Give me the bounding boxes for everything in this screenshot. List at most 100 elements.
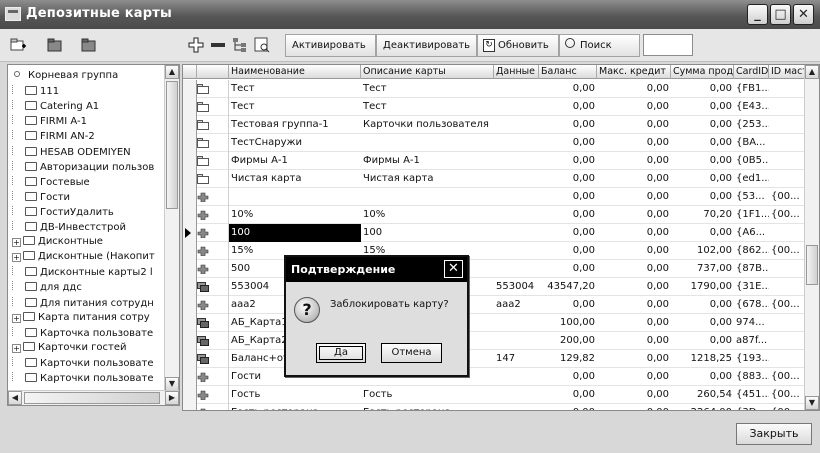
- table-row[interactable]: 553004 553004 43547,20 0,00 1790,00 {31E...: [183, 278, 807, 296]
- table-cell-master[interactable]: {00...: [769, 386, 807, 404]
- cancel-button[interactable]: Отмена: [381, 343, 442, 363]
- table-cell-data[interactable]: [494, 260, 539, 278]
- table-vertical-scrollbar[interactable]: ▲ ▼: [804, 65, 819, 410]
- scroll-right-icon[interactable]: ▶: [165, 391, 179, 405]
- table-cell-cardid[interactable]: {451...: [734, 386, 769, 404]
- table-cell-balance[interactable]: 43547,20: [539, 278, 597, 296]
- table-cell-credit[interactable]: 0,00: [597, 296, 671, 314]
- table-cell-data[interactable]: [494, 242, 539, 260]
- table-cell-balance[interactable]: 0,00: [539, 116, 597, 134]
- table-row[interactable]: Чистая карта Чистая карта 0,00 0,00 0,00 {ed1…: [183, 170, 807, 188]
- tree-horizontal-scrollbar[interactable]: ◀ ▶: [8, 390, 179, 405]
- minimize-button[interactable]: _: [747, 4, 768, 25]
- close-button[interactable]: Закрыть: [736, 423, 812, 445]
- table-cell-name[interactable]: Тест: [229, 98, 361, 116]
- tree-item[interactable]: Авторизации пользов: [12, 160, 154, 173]
- table-cell-data[interactable]: [494, 368, 539, 386]
- tree-item[interactable]: Карточки пользовате: [12, 356, 154, 369]
- row-indicator[interactable]: [183, 152, 197, 170]
- table-row[interactable]: Тест Тест 0,00 0,00 0,00 {FB1...: [183, 80, 807, 98]
- table-cell-credit[interactable]: 0,00: [597, 368, 671, 386]
- table-cell-master[interactable]: [769, 98, 807, 116]
- row-indicator[interactable]: [183, 350, 197, 368]
- table-cell-master[interactable]: {00...: [769, 242, 807, 260]
- table-cell-balance[interactable]: 0,00: [539, 98, 597, 116]
- table-cell-balance[interactable]: 0,00: [539, 224, 597, 242]
- table-cell-name[interactable]: Тест: [229, 80, 361, 98]
- tree-item[interactable]: + Карточки гостей: [12, 341, 127, 354]
- table-cell-credit[interactable]: 0,00: [597, 116, 671, 134]
- table-cell-balance[interactable]: 100,00: [539, 314, 597, 332]
- table-cell-desc[interactable]: Тест: [361, 80, 494, 98]
- table-cell-desc[interactable]: 10%: [361, 206, 494, 224]
- tree-item[interactable]: ГостиУдалить: [12, 205, 114, 218]
- table-cell-master[interactable]: [769, 278, 807, 296]
- table-cell-credit[interactable]: 0,00: [597, 170, 671, 188]
- tree-item[interactable]: FIRMI A-1: [12, 115, 87, 127]
- table-cell-credit[interactable]: 0,00: [597, 188, 671, 206]
- table-cell-cardid[interactable]: a87f...: [734, 332, 769, 350]
- tree-item[interactable]: Корневая группа: [12, 70, 119, 82]
- table-cell-master[interactable]: [769, 134, 807, 152]
- table-cell-cardid[interactable]: {862...: [734, 242, 769, 260]
- table-cell-credit[interactable]: 0,00: [597, 80, 671, 98]
- table-cell-desc[interactable]: [361, 134, 494, 152]
- column-header[interactable]: Баланс: [539, 65, 597, 79]
- table-cell-sum[interactable]: 0,00: [671, 188, 734, 206]
- table-cell-master[interactable]: [769, 260, 807, 278]
- table-cell-data[interactable]: [494, 116, 539, 134]
- table-cell-balance[interactable]: 0,00: [539, 368, 597, 386]
- row-indicator[interactable]: [183, 170, 197, 188]
- dialog-close-icon[interactable]: ✕: [444, 260, 463, 278]
- table-cell-master[interactable]: {00...: [769, 206, 807, 224]
- tree-hscroll-thumb[interactable]: [24, 392, 160, 404]
- table-cell-data[interactable]: [494, 404, 539, 410]
- row-indicator[interactable]: [183, 134, 197, 152]
- close-window-button[interactable]: ✕: [793, 4, 814, 25]
- table-cell-balance[interactable]: 0,00: [539, 242, 597, 260]
- table-row[interactable]: 100 100 0,00 0,00 0,00 {A6...: [183, 224, 807, 242]
- table-cell-balance[interactable]: 0,00: [539, 170, 597, 188]
- tree-vertical-scrollbar[interactable]: ▲ ▼: [164, 65, 179, 391]
- table-cell-credit[interactable]: 0,00: [597, 314, 671, 332]
- table-cell-master[interactable]: [769, 224, 807, 242]
- table-cell-sum[interactable]: 0,00: [671, 332, 734, 350]
- maximize-button[interactable]: □: [770, 4, 791, 25]
- table-row[interactable]: Тестовая группа-1 Карточки пользователя 0,…: [183, 116, 807, 134]
- table-cell-sum[interactable]: 0,00: [671, 224, 734, 242]
- row-indicator[interactable]: [183, 188, 197, 206]
- table-cell-name[interactable]: Фирмы А-1: [229, 152, 361, 170]
- tree-structure-icon[interactable]: [232, 37, 248, 53]
- table-cell-sum[interactable]: 1218,25: [671, 350, 734, 368]
- table-cell-master[interactable]: [769, 350, 807, 368]
- table-cell-sum[interactable]: 0,00: [671, 98, 734, 116]
- table-cell-balance[interactable]: 0,00: [539, 206, 597, 224]
- table-row[interactable]: Баланс+от 147 129,82 0,00 1218,25 {193...: [183, 350, 807, 368]
- row-indicator[interactable]: [183, 242, 197, 260]
- table-cell-data[interactable]: 147: [494, 350, 539, 368]
- tree-scroll-thumb[interactable]: [166, 81, 178, 209]
- table-cell-credit[interactable]: 0,00: [597, 98, 671, 116]
- table-cell-data[interactable]: [494, 224, 539, 242]
- table-cell-cardid[interactable]: {53...: [734, 188, 769, 206]
- scroll-up-icon[interactable]: ▲: [165, 65, 179, 79]
- table-row[interactable]: АБ_Карта1 100,00 0,00 0,00 974...: [183, 314, 807, 332]
- table-cell-desc[interactable]: Гость: [361, 386, 494, 404]
- table-cell-sum[interactable]: 260,54: [671, 386, 734, 404]
- table-cell-desc[interactable]: [361, 188, 494, 206]
- column-header[interactable]: ID маст: [769, 65, 807, 79]
- row-indicator[interactable]: [183, 224, 197, 242]
- table-cell-master[interactable]: [769, 152, 807, 170]
- activate-button[interactable]: Активировать: [285, 34, 376, 57]
- table-cell-sum[interactable]: 0,00: [671, 116, 734, 134]
- table-cell-master[interactable]: [769, 314, 807, 332]
- table-cell-cardid[interactable]: {678...: [734, 296, 769, 314]
- table-cell-name[interactable]: ТестСнаружи: [229, 134, 361, 152]
- table-cell-sum[interactable]: 1790,00: [671, 278, 734, 296]
- table-row[interactable]: 500 0,00 0,00 737,00 {87B...: [183, 260, 807, 278]
- table-scroll-thumb[interactable]: [806, 245, 818, 285]
- properties-icon[interactable]: [254, 37, 270, 53]
- table-cell-cardid[interactable]: {87B...: [734, 260, 769, 278]
- table-cell-name[interactable]: 10%: [229, 206, 361, 224]
- table-row[interactable]: Гость ресторанаГость ресторана0,000,0022…: [183, 404, 807, 410]
